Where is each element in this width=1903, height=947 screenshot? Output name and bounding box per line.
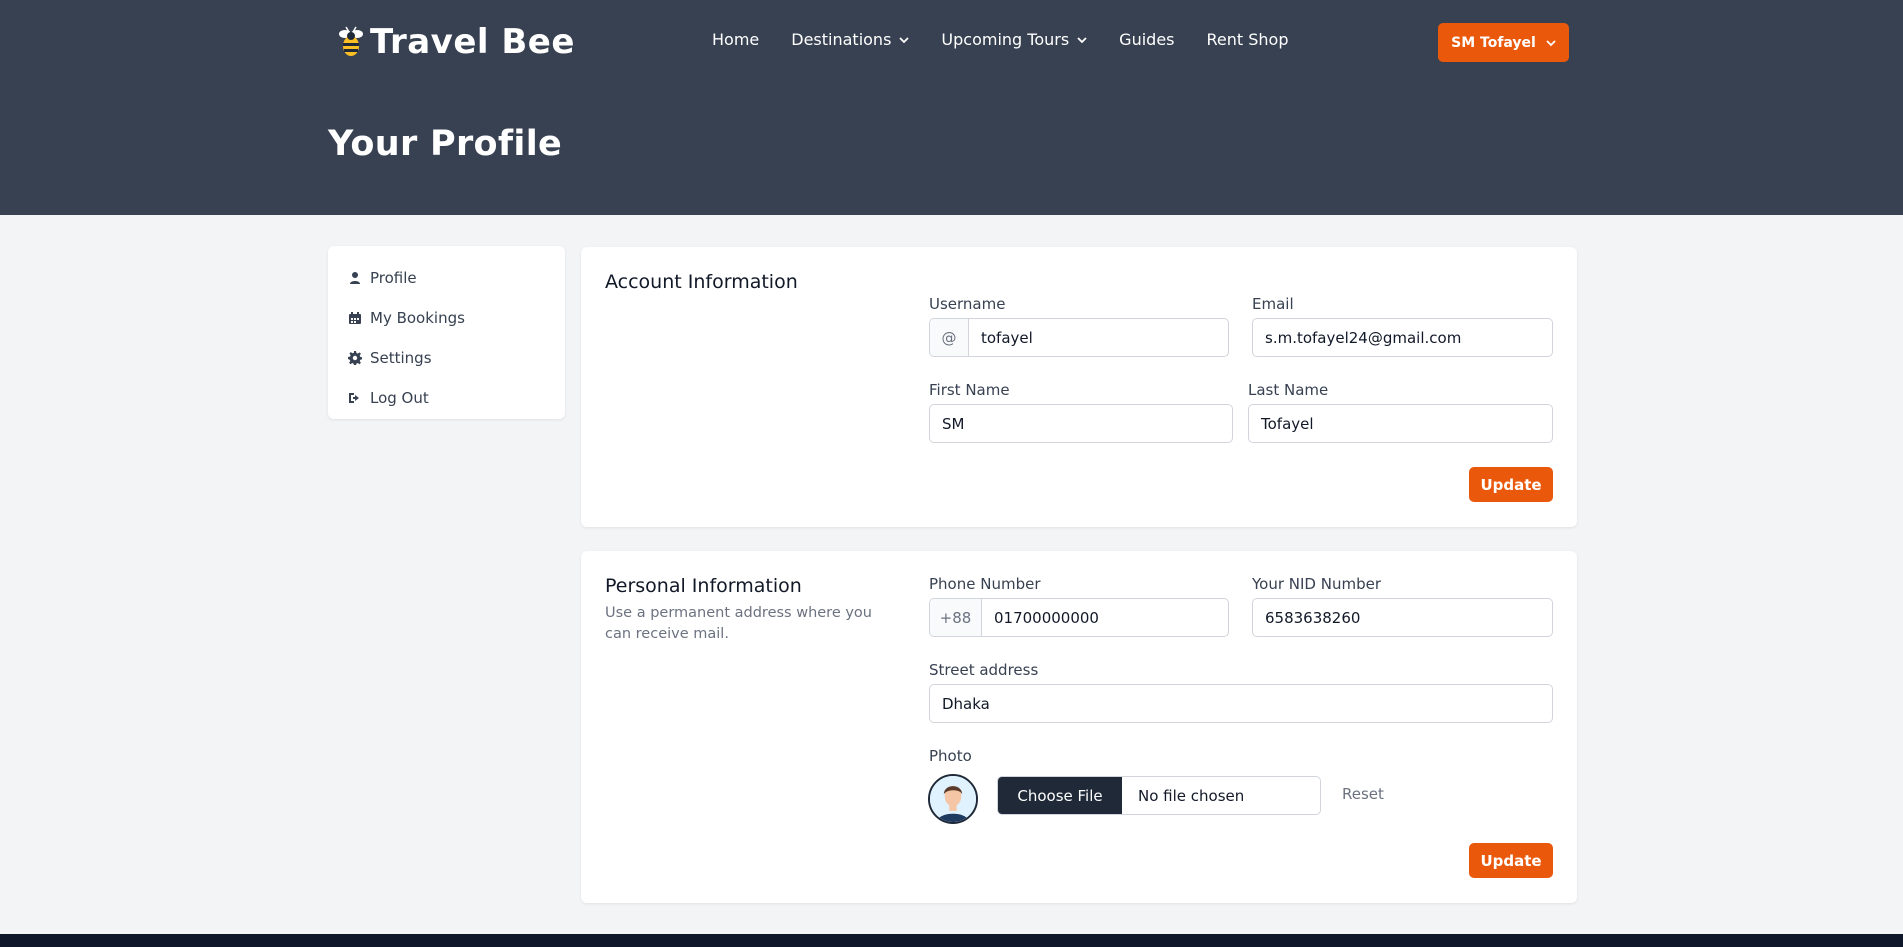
gear-icon	[348, 351, 362, 365]
sidebar-item-label: Settings	[370, 349, 432, 367]
account-heading: Account Information	[605, 271, 798, 293]
nav-upcoming-tours-label: Upcoming Tours	[941, 30, 1070, 49]
username-field[interactable]: @ tofayel	[929, 318, 1229, 357]
phone-prefix: +88	[930, 599, 982, 636]
first-name-label: First Name	[929, 381, 1010, 399]
email-value: s.m.tofayel24@gmail.com	[1265, 328, 1462, 347]
last-name-label: Last Name	[1248, 381, 1329, 399]
sidebar-item-label: My Bookings	[370, 309, 465, 327]
avatar	[928, 774, 978, 824]
personal-information-card: Personal Information Use a permanent add…	[581, 551, 1577, 903]
brand-name: Travel Bee	[370, 22, 575, 62]
reset-photo-button[interactable]: Reset	[1342, 785, 1384, 803]
user-icon	[350, 272, 360, 284]
calendar-icon	[349, 312, 361, 324]
chevron-down-icon	[899, 36, 910, 43]
page-title: Your Profile	[328, 124, 563, 164]
phone-label: Phone Number	[929, 575, 1041, 593]
nid-label: Your NID Number	[1252, 575, 1382, 593]
nav-destinations-label: Destinations	[791, 30, 892, 49]
nav-rent-shop[interactable]: Rent Shop	[1207, 30, 1289, 49]
choose-file-button[interactable]: Choose File	[998, 777, 1122, 814]
phone-field[interactable]: +88 01700000000	[929, 598, 1229, 637]
email-label: Email	[1252, 295, 1294, 313]
nav-destinations[interactable]: Destinations	[791, 30, 910, 49]
file-name-text: No file chosen	[1138, 786, 1245, 805]
chevron-down-icon	[1546, 39, 1556, 46]
main-nav: Home Destinations Upcoming Tours Guides …	[712, 30, 1320, 49]
sidebar-item-label: Log Out	[370, 389, 429, 407]
street-address-field[interactable]: Dhaka	[929, 684, 1553, 723]
chevron-down-icon	[1077, 36, 1087, 43]
last-name-field[interactable]: Tofayel	[1248, 404, 1553, 443]
brand-logo[interactable]: Travel Bee	[336, 22, 575, 62]
profile-sidebar: Profile My Bookings Settings Log Out	[328, 246, 565, 419]
phone-value: 01700000000	[994, 608, 1099, 627]
personal-update-button[interactable]: Update	[1469, 843, 1553, 878]
nav-guides[interactable]: Guides	[1119, 30, 1174, 49]
username-label: Username	[929, 295, 1006, 313]
avatar-image	[930, 776, 976, 822]
sidebar-item-log-out[interactable]: Log Out	[328, 378, 565, 418]
header: Travel Bee Home Destinations Upcoming To…	[0, 0, 1903, 215]
sidebar-item-label: Profile	[370, 269, 417, 287]
username-value: tofayel	[981, 328, 1033, 347]
sidebar-item-profile[interactable]: Profile	[328, 258, 565, 298]
user-menu-button[interactable]: SM Tofayel	[1438, 23, 1569, 62]
nid-field[interactable]: 6583638260	[1252, 598, 1553, 637]
email-field[interactable]: s.m.tofayel24@gmail.com	[1252, 318, 1553, 357]
account-update-button[interactable]: Update	[1469, 467, 1553, 502]
photo-label: Photo	[929, 747, 972, 765]
first-name-value: SM	[942, 414, 965, 433]
sidebar-item-settings[interactable]: Settings	[328, 338, 565, 378]
nav-home-label: Home	[712, 30, 760, 49]
username-prefix: @	[930, 319, 969, 356]
photo-file-input[interactable]: Choose File No file chosen	[997, 776, 1321, 815]
personal-heading: Personal Information	[605, 575, 802, 597]
street-label: Street address	[929, 661, 1039, 679]
bee-icon	[339, 26, 363, 56]
sidebar-item-my-bookings[interactable]: My Bookings	[328, 298, 565, 338]
logout-icon	[349, 393, 359, 403]
nav-home[interactable]: Home	[712, 30, 759, 49]
personal-subheading: Use a permanent address where you can re…	[605, 605, 872, 642]
nav-upcoming-tours[interactable]: Upcoming Tours	[941, 30, 1087, 49]
account-information-card: Account Information Username @ tofayel E…	[581, 247, 1577, 527]
nav-guides-label: Guides	[1119, 30, 1175, 49]
user-menu-label: SM Tofayel	[1451, 34, 1536, 51]
nav-rent-shop-label: Rent Shop	[1206, 30, 1289, 49]
street-value: Dhaka	[942, 694, 990, 713]
nid-value: 6583638260	[1265, 608, 1361, 627]
last-name-value: Tofayel	[1261, 414, 1314, 433]
footer	[0, 934, 1903, 947]
first-name-field[interactable]: SM	[929, 404, 1233, 443]
